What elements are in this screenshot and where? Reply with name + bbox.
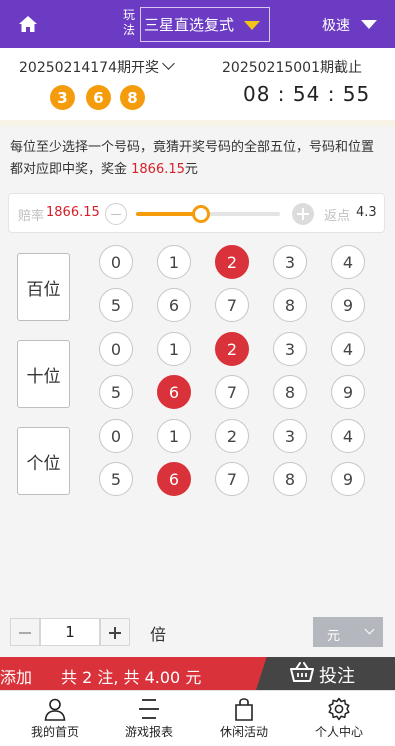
- speed-select[interactable]: 极速: [322, 15, 350, 35]
- prize-unit: 元: [184, 162, 198, 177]
- bottom-nav: 我的首页 游戏报表 休闲活动 个人中心: [0, 690, 395, 746]
- number-ball[interactable]: 2: [215, 245, 249, 279]
- number-ball[interactable]: 4: [331, 419, 365, 453]
- list-icon: [139, 699, 159, 719]
- number-ball[interactable]: 5: [99, 288, 133, 322]
- number-ball[interactable]: 9: [331, 288, 365, 322]
- multiplier-unit-label: 倍: [150, 625, 167, 644]
- countdown-timer: 08 : 54 : 55: [243, 82, 371, 106]
- number-ball[interactable]: 8: [273, 288, 307, 322]
- number-ball[interactable]: 3: [273, 245, 307, 279]
- last-draw-ball: 6: [86, 85, 111, 110]
- multiplier-minus-button[interactable]: [10, 618, 40, 646]
- number-ball[interactable]: 3: [273, 419, 307, 453]
- number-ball[interactable]: 8: [273, 462, 307, 496]
- draw-info-panel: 20250214174期开奖 3 6 8 20250215001期截止 08 :…: [0, 48, 395, 120]
- nav-label: 我的首页: [30, 725, 79, 739]
- number-ball[interactable]: 0: [99, 419, 133, 453]
- number-ball[interactable]: 7: [215, 462, 249, 496]
- basket-icon[interactable]: [289, 662, 315, 684]
- add-to-cart-button[interactable]: 添加: [0, 664, 32, 688]
- number-ball[interactable]: 3: [273, 332, 307, 366]
- rules-description: 每位至少选择一个号码，竟猜开奖号码的全部五位，号码和位置都对应即中奖，奖金 18…: [10, 137, 385, 181]
- number-ball[interactable]: 1: [157, 419, 191, 453]
- dropdown-triangle-icon: [244, 21, 260, 30]
- increase-odds-button[interactable]: [292, 203, 314, 225]
- position-label: 十位: [17, 340, 70, 408]
- play-mode-select[interactable]: 三星直选复式: [140, 7, 270, 42]
- number-ball[interactable]: 2: [215, 332, 249, 366]
- divider: [0, 120, 395, 126]
- position-label: 百位: [17, 253, 70, 321]
- number-ball[interactable]: 6: [157, 462, 191, 496]
- nav-label: 休闲活动: [219, 725, 268, 739]
- bag-icon: [235, 698, 253, 721]
- slider-handle[interactable]: [192, 205, 210, 223]
- number-ball[interactable]: 2: [215, 419, 249, 453]
- user-icon: [44, 698, 66, 721]
- number-ball[interactable]: 0: [99, 332, 133, 366]
- submit-bet-label[interactable]: 投注: [319, 662, 355, 688]
- multiplier-plus-button[interactable]: [100, 618, 130, 646]
- odds-value: 1866.15: [46, 205, 100, 220]
- top-bar: 玩法 三星直选复式 极速: [0, 0, 395, 48]
- prize-amount: 1866.15: [131, 162, 185, 177]
- number-ball[interactable]: 6: [157, 288, 191, 322]
- decrease-odds-button[interactable]: [105, 203, 127, 225]
- chevron-down-icon[interactable]: [162, 57, 175, 70]
- rebate-value: 4.3: [356, 205, 377, 220]
- number-ball[interactable]: 8: [273, 375, 307, 409]
- number-ball[interactable]: 1: [157, 332, 191, 366]
- bet-bar: 添加 共 2 注, 共 4.00 元 投注: [0, 657, 395, 690]
- bet-summary: 共 2 注, 共 4.00 元: [61, 668, 202, 687]
- play-label: 玩法: [122, 8, 135, 37]
- number-ball[interactable]: 4: [331, 245, 365, 279]
- last-draw-ball: 3: [50, 85, 75, 110]
- number-ball[interactable]: 9: [331, 375, 365, 409]
- nav-item-home[interactable]: 我的首页: [6, 691, 104, 746]
- number-ball[interactable]: 6: [157, 375, 191, 409]
- number-ball[interactable]: 0: [99, 245, 133, 279]
- position-label: 个位: [17, 427, 70, 495]
- number-ball[interactable]: 7: [215, 375, 249, 409]
- nav-label: 个人中心: [314, 725, 363, 739]
- currency-unit-text: 元: [327, 629, 341, 644]
- odds-slider-panel: 赔率 1866.15 返点 4.3: [8, 193, 385, 233]
- multiplier-input[interactable]: 1: [40, 618, 100, 646]
- nav-item-reports[interactable]: 游戏报表: [100, 691, 198, 746]
- number-ball[interactable]: 5: [99, 375, 133, 409]
- multiplier-row: 1 倍 元: [0, 613, 395, 651]
- number-ball[interactable]: 1: [157, 245, 191, 279]
- last-draw-ball: 8: [120, 85, 145, 110]
- number-ball[interactable]: 9: [331, 462, 365, 496]
- nav-item-profile[interactable]: 个人中心: [290, 691, 388, 746]
- number-ball[interactable]: 7: [215, 288, 249, 322]
- nav-item-activities[interactable]: 休闲活动: [195, 691, 293, 746]
- play-mode-text: 三星直选复式: [144, 16, 235, 34]
- number-ball[interactable]: 5: [99, 462, 133, 496]
- nav-label: 游戏报表: [124, 725, 173, 739]
- last-period-title[interactable]: 20250214174期开奖: [19, 57, 159, 77]
- next-period-title: 20250215001期截止: [222, 60, 362, 76]
- number-ball[interactable]: 4: [331, 332, 365, 366]
- odds-label: 赔率: [18, 209, 45, 224]
- gear-icon: [328, 697, 350, 721]
- rebate-label: 返点: [324, 209, 351, 224]
- currency-unit-select[interactable]: 元: [313, 617, 383, 647]
- chevron-down-icon: [364, 624, 375, 635]
- home-icon[interactable]: [18, 14, 38, 34]
- speed-dropdown-icon[interactable]: [361, 20, 377, 29]
